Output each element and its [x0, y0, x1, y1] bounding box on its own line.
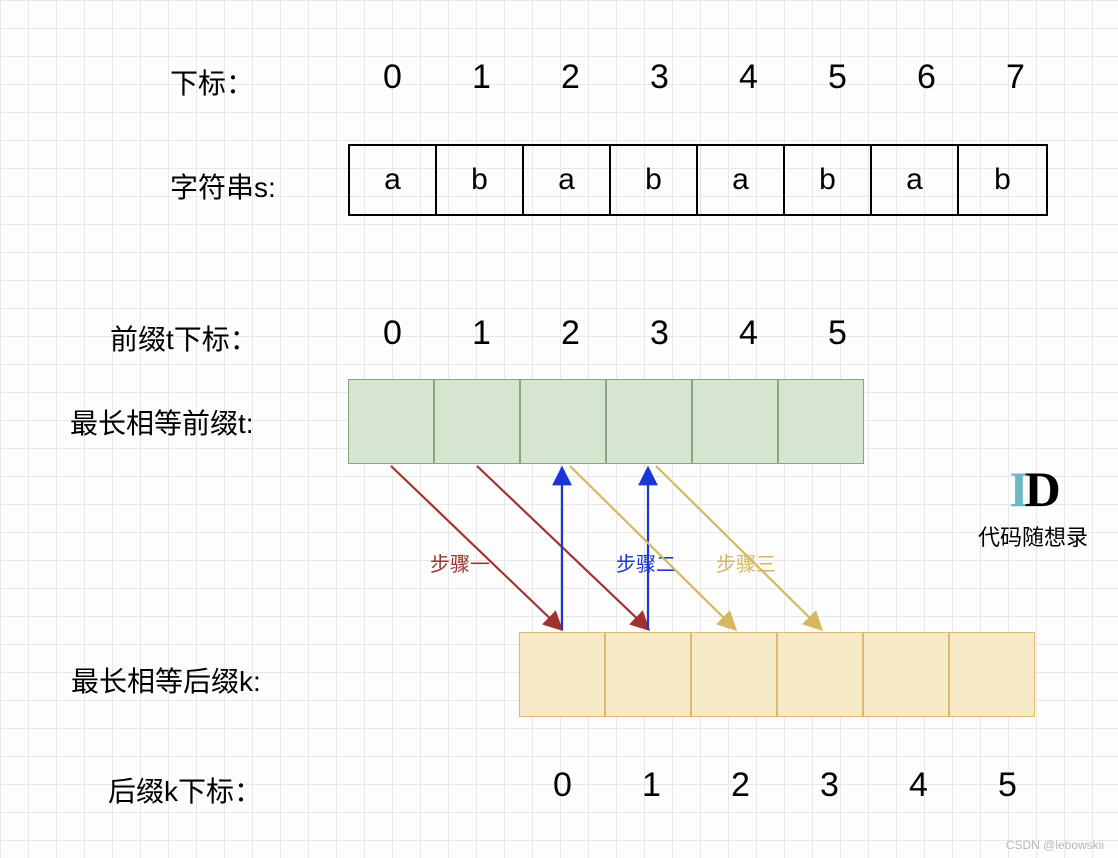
index-cell: 5 [963, 766, 1052, 805]
index-cell: 7 [971, 58, 1060, 97]
char-cell: a [524, 146, 611, 214]
index-cell: 0 [348, 314, 437, 353]
char-cell: b [437, 146, 524, 214]
index-cell: 3 [615, 58, 704, 97]
attribution: CSDN @lebowskii [1006, 838, 1104, 852]
prefix-cell [692, 379, 778, 464]
index-cell: 5 [793, 58, 882, 97]
index-cell: 1 [437, 58, 526, 97]
top-index-row: 0 1 2 3 4 5 6 7 [348, 58, 1060, 97]
prefix-cell [434, 379, 520, 464]
watermark-text: 代码随想录 [978, 520, 1088, 552]
index-cell: 4 [874, 766, 963, 805]
suffix-cell [949, 632, 1035, 717]
char-cell: a [872, 146, 959, 214]
prefix-t-index-label: 前缀t下标： [110, 318, 258, 358]
index-cell: 0 [518, 766, 607, 805]
index-cell: 1 [437, 314, 526, 353]
index-cell: 1 [607, 766, 696, 805]
prefix-index-row: 0 1 2 3 4 5 [348, 314, 882, 353]
step1-label: 步骤一 [430, 548, 490, 577]
step3-label: 步骤三 [716, 548, 776, 577]
char-cell: b [959, 146, 1046, 214]
index-cell: 3 [615, 314, 704, 353]
prefix-t-row [348, 379, 864, 464]
index-cell: 5 [793, 314, 882, 353]
step1-arrow-a [391, 466, 560, 628]
string-s-label: 字符串s: [170, 166, 276, 206]
index-cell: 3 [785, 766, 874, 805]
index-cell: 2 [526, 58, 615, 97]
suffix-cell [605, 632, 691, 717]
index-cell: 2 [696, 766, 785, 805]
longest-prefix-t-label: 最长相等前缀t: [70, 402, 254, 442]
longest-suffix-k-label: 最长相等后缀k: [71, 660, 261, 700]
suffix-cell [691, 632, 777, 717]
index-cell: 0 [348, 58, 437, 97]
prefix-cell [606, 379, 692, 464]
step3-arrow-a [570, 466, 734, 628]
index-cell: 4 [704, 58, 793, 97]
index-cell: 6 [882, 58, 971, 97]
prefix-cell [520, 379, 606, 464]
suffix-cell [519, 632, 605, 717]
suffix-k-index-label: 后缀k下标： [108, 770, 262, 810]
watermark-icon: ID [978, 460, 1088, 518]
suffix-index-row: 0 1 2 3 4 5 [518, 766, 1052, 805]
char-cell: a [698, 146, 785, 214]
step3-arrow-b [656, 466, 820, 628]
suffix-cell [777, 632, 863, 717]
suffix-cell [863, 632, 949, 717]
step1-arrow-b [477, 466, 647, 628]
index-label: 下标： [170, 62, 254, 102]
index-cell: 2 [526, 314, 615, 353]
index-cell: 4 [704, 314, 793, 353]
string-s-table: a b a b a b a b [348, 144, 1048, 216]
prefix-cell [778, 379, 864, 464]
char-cell: a [350, 146, 437, 214]
char-cell: b [785, 146, 872, 214]
suffix-k-row [519, 632, 1035, 717]
step2-label: 步骤二 [616, 548, 676, 577]
watermark: ID 代码随想录 [978, 460, 1088, 552]
char-cell: b [611, 146, 698, 214]
prefix-cell [348, 379, 434, 464]
